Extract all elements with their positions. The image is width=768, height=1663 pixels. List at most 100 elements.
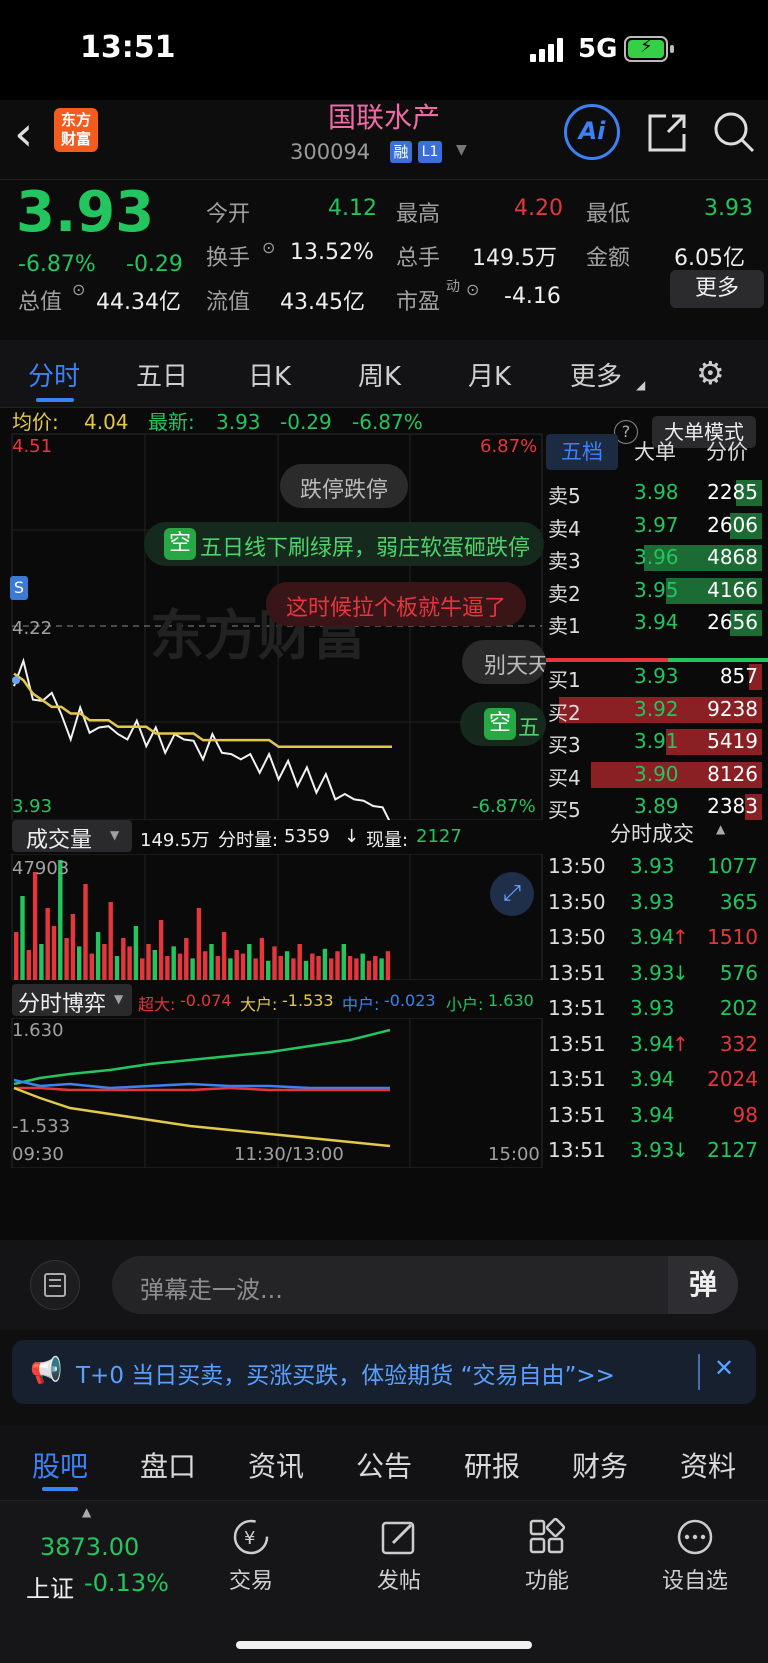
trade-volume: 2127 [707,1138,758,1162]
volume-total: 149.5万 [140,830,210,851]
volume-bar [196,908,202,980]
level-price: 3.93 [634,664,679,688]
volume-bar [114,956,120,980]
prev-close-label: 4.22 [12,618,53,639]
index-value[interactable]: 3873.00 [40,1533,139,1561]
tab-research[interactable]: 研报 [464,1445,520,1485]
tab-handicap[interactable]: 盘口 [140,1445,196,1485]
tab-week-k[interactable]: 周K [358,356,401,393]
top-price-label: 4.51 [12,436,53,457]
gear-icon[interactable]: ⚙ [696,354,725,392]
margin-badge: 融 [390,141,412,163]
index-name[interactable]: 上证 [26,1569,74,1604]
network-label: 5G [578,34,618,64]
tab-intraday[interactable]: 分时 [28,356,80,393]
search-icon[interactable] [712,110,756,154]
ask-row[interactable]: 卖5 3.98 2285 [548,476,762,510]
open-dot [12,676,20,685]
bout-top-label: 1.630 [12,1020,64,1041]
bid-row[interactable]: 买2 3.92 9238 [548,693,762,727]
amount-label: 金额 [586,246,631,271]
ask-row[interactable]: 卖4 3.97 2606 [548,509,762,543]
dropdown-icon[interactable]: ▼ [456,142,467,158]
level-label: 卖4 [548,516,581,541]
more-caret-icon: ◢ [636,378,646,392]
danmu-input[interactable]: 弹幕走一波... 弹 [112,1256,738,1314]
bid-row[interactable]: 买1 3.93 857 [548,660,762,694]
ask-row[interactable]: 卖1 3.94 2656 [548,606,762,640]
danmu-bubble[interactable]: 跌停跌停 [280,464,409,508]
amount-value: 6.05亿 [674,246,745,271]
tab-month-k[interactable]: 月K [468,356,511,393]
trade-direction-icon: ↓ [672,960,689,985]
volume-bar [140,958,145,980]
trade-price: 3.94 [630,1031,675,1056]
ask-row[interactable]: 卖3 3.96 4868 [548,541,762,575]
chevron-up-icon[interactable]: ▲ [716,822,725,836]
volume-bar [190,958,195,980]
nav-trade[interactable]: ¥ 交易 [196,1517,306,1595]
trades-title: 分时成交 [610,822,694,846]
danmu-bubble[interactable]: 别天天 [462,640,546,684]
level-label: 卖5 [548,484,581,508]
tab-more[interactable]: 更多 [570,356,622,393]
info-icon[interactable]: ⊙ [262,238,275,257]
pe-superscript: 动 [446,279,460,295]
pct-change: -6.87% [18,252,96,277]
level-label: 买1 [548,668,581,692]
tab-day-k[interactable]: 日K [248,356,291,393]
nav-functions[interactable]: 功能 [492,1517,602,1595]
tab-finance[interactable]: 财务 [572,1445,628,1485]
volume-bar [278,956,283,980]
close-icon[interactable]: ✕ [714,1354,734,1382]
tab-five-levels[interactable]: 五档 [546,434,618,470]
period-tabs: 分时 五日 日K 周K 月K 更多 ◢ ⚙ [0,340,768,408]
level-price: 3.91 [634,729,679,753]
ask-row[interactable]: 卖2 3.95 4166 [548,574,762,608]
bout-label: 分时博弈 [18,992,107,1017]
promo-text[interactable]: T+0 当日买卖，买涨买跌，体验期货 “交易自由”>> [76,1356,615,1390]
ai-button[interactable]: Ai [564,104,620,160]
bid-row[interactable]: 买3 3.91 5419 [548,725,762,759]
s-marker[interactable]: S [10,576,28,600]
more-button[interactable]: 更多 [670,270,764,308]
active-tab-indicator [42,1487,78,1491]
divider [698,1354,700,1390]
float-value: 43.45亿 [280,290,365,315]
nav-post[interactable]: 发帖 [344,1517,454,1595]
level-volume: 5419 [707,729,758,753]
chart-zone: 均价: 4.04 最新: 3.93 -0.29 -6.87% ? 大单模式 东方… [0,408,768,1240]
volume-bar [259,938,265,980]
tab-big-orders[interactable]: 大单 [634,434,676,470]
trade-volume: 365 [719,889,758,914]
volume-chart [11,854,543,980]
trade-time: 13:51 [548,960,606,985]
expand-icon[interactable]: ⤢ [490,872,534,916]
danmu-send-button[interactable]: 弹 [668,1256,738,1314]
danmu-bubble[interactable]: 五日线下刷绿屏，弱庄软蛋砸跌停 [144,522,544,566]
share-icon[interactable] [646,112,688,154]
tab-announcements[interactable]: 公告 [356,1445,412,1485]
danmu-bubble[interactable]: 这时候拉个板就牛逼了 [266,582,527,626]
small-label: 小户: [446,995,484,1014]
trade-price: 3.94 [630,1067,675,1091]
volume-bar [221,932,227,980]
index-pct[interactable]: -0.13% [84,1569,169,1597]
danmu-placeholder: 弹幕走一波... [140,1276,283,1304]
tab-5day[interactable]: 五日 [136,356,188,393]
note-icon[interactable] [30,1260,80,1310]
tab-price-dist[interactable]: 分价 [706,434,748,470]
trade-row: 13:50 3.93 365 [548,884,762,920]
tab-news[interactable]: 资讯 [248,1445,304,1485]
info-icon-2[interactable]: ⊙ [72,280,85,299]
volume-indicator-label: 成交量 [26,828,93,853]
bid-row[interactable]: 买4 3.90 8126 [548,758,762,792]
promo-banner[interactable]: 📢 T+0 当日买卖，买涨买跌，体验期货 “交易自由”>> ✕ [12,1340,756,1404]
orderbook-tabs: 五档 大单 分价 [546,434,768,470]
volume-bar [347,956,353,980]
nav-watchlist[interactable]: 设自选 [640,1517,750,1595]
tab-forum[interactable]: 股吧 [32,1445,88,1485]
tab-profile[interactable]: 资料 [680,1445,736,1485]
trade-price: 3.93 [630,960,675,985]
info-icon-3[interactable]: ⊙ [466,280,479,299]
